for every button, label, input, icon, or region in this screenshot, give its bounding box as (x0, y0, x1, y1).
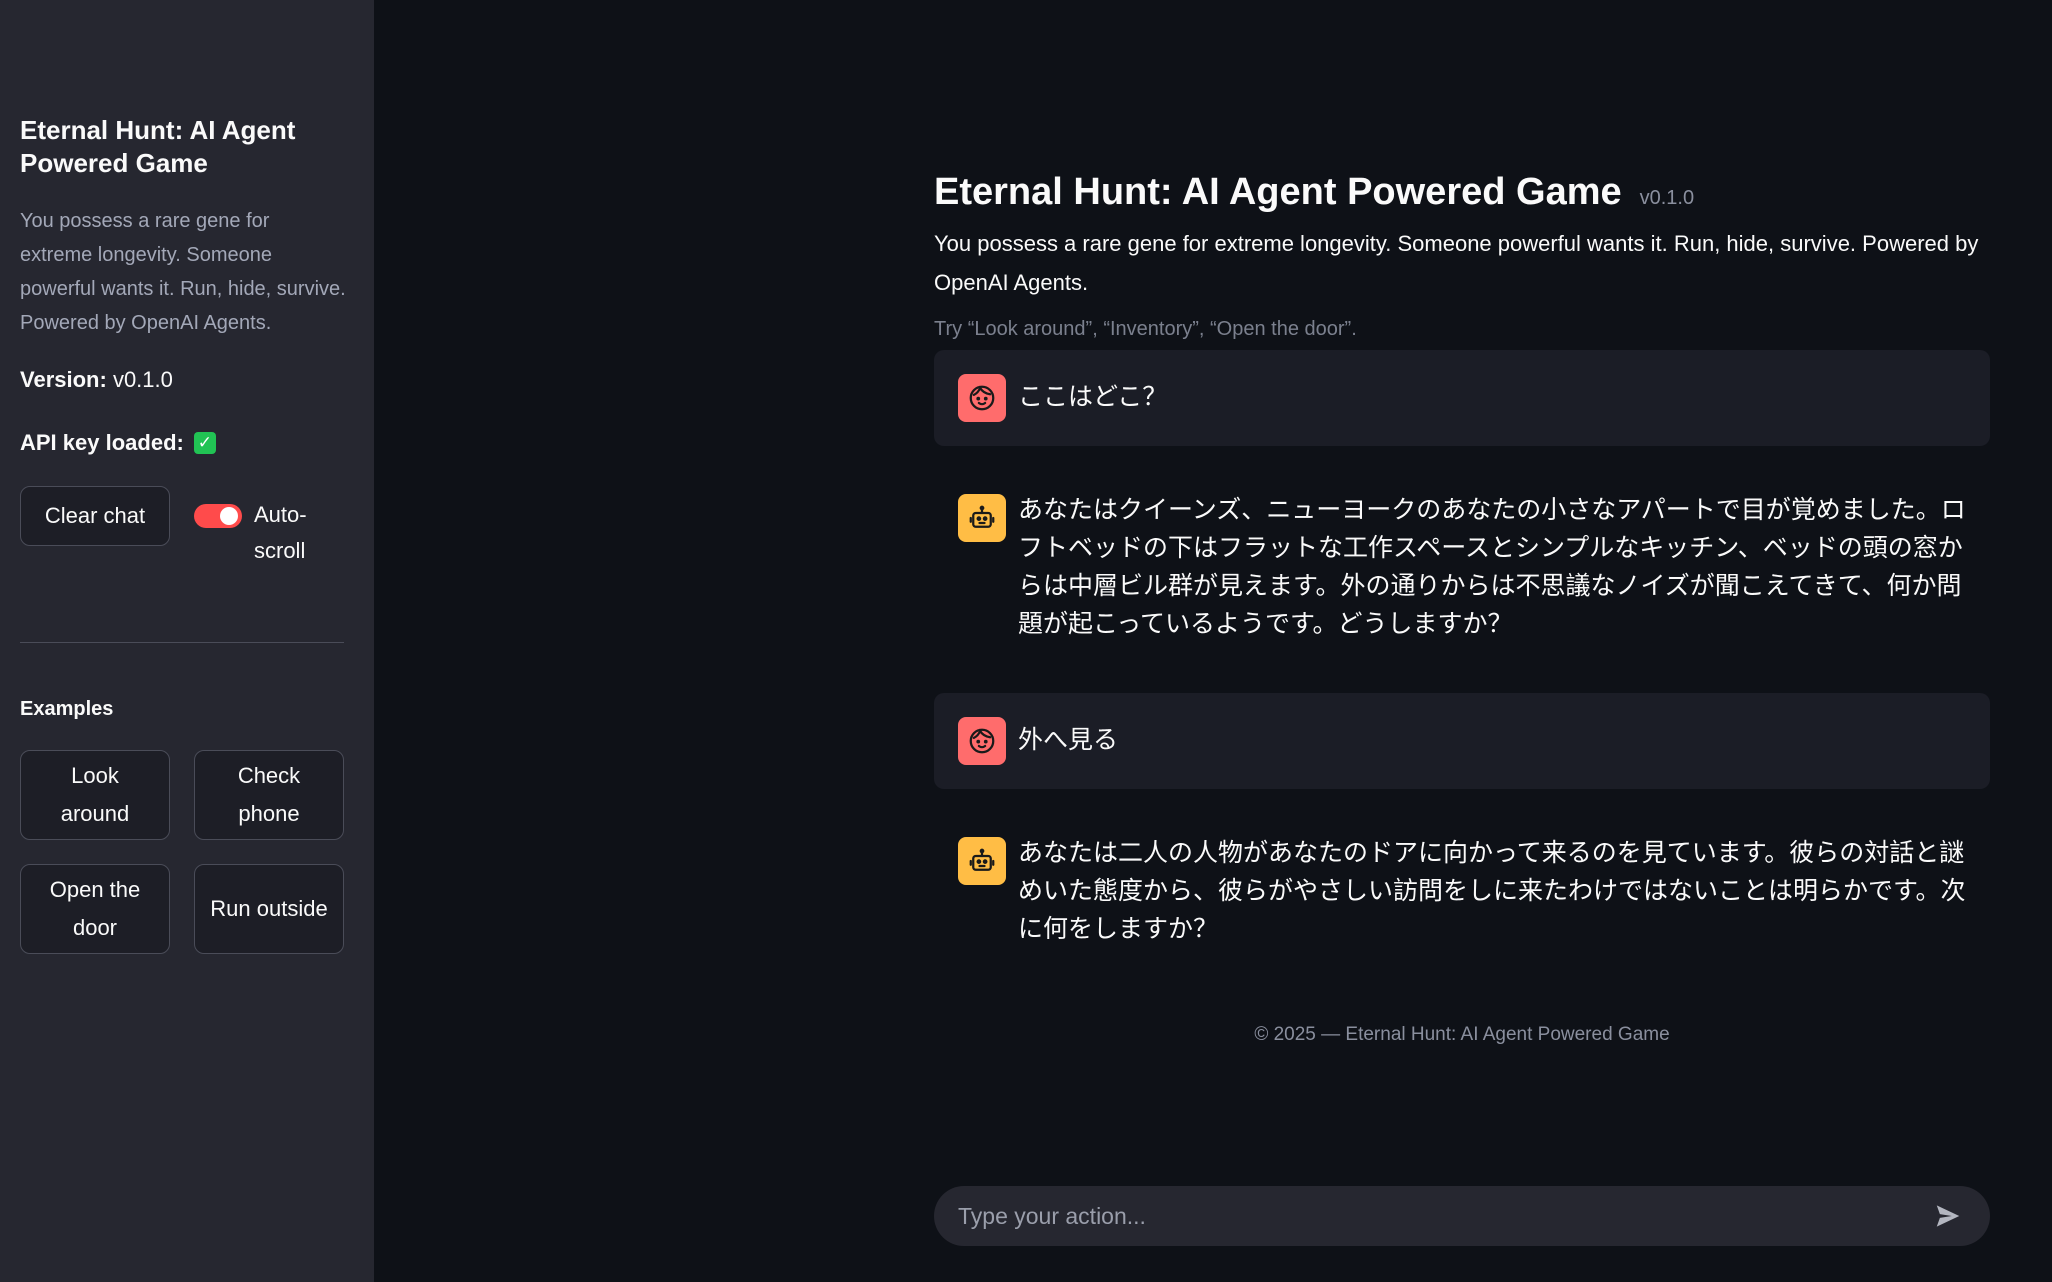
page-title: Eternal Hunt: AI Agent Powered Game (934, 171, 1622, 213)
toggle-knob (220, 507, 238, 525)
chat-message-assistant: あなたはクイーンズ、ニューヨークのあなたの小さなアパートで目が覚めました。ロフト… (934, 494, 1990, 643)
examples-heading: Examples (20, 698, 114, 720)
autoscroll-label: Auto-scroll (254, 502, 307, 563)
chat-input-bar (934, 1186, 1990, 1246)
check-mark-icon: ✓ (193, 432, 216, 454)
version-badge: v0.1.0 (1639, 187, 1695, 209)
chat-message-assistant: あなたは二人の人物があなたのドアに向かって来るのを見ています。彼らの対話と謎めい… (934, 837, 1990, 948)
assistant-avatar-icon (958, 837, 1006, 885)
chat-message-user: ここはどこ？ (934, 350, 1990, 446)
sidebar-description: You possess a rare gene for extreme long… (20, 210, 346, 334)
example-check-phone-button[interactable]: Check phone (194, 750, 344, 840)
page-description: You possess a rare gene for extreme long… (934, 231, 1979, 295)
user-avatar-icon (958, 374, 1006, 422)
sidebar-divider (20, 642, 344, 643)
chat-log: ここはどこ？ あなたはクイーンズ、ニューヨークのあなたの小さなアパートで目が覚め… (934, 350, 1990, 948)
api-label: API key loaded: (20, 430, 184, 455)
sidebar: Eternal Hunt: AI Agent Powered Game You … (0, 0, 374, 1282)
version-info: Version: v0.1.0 (20, 364, 173, 396)
app-root: Eternal Hunt: AI Agent Powered Game You … (0, 0, 2052, 1282)
toggle-switch[interactable] (194, 504, 242, 528)
chat-message-user: 外へ見る (934, 693, 1990, 789)
assistant-avatar-icon (958, 494, 1006, 542)
version-label: Version: (20, 367, 107, 392)
sidebar-title: Eternal Hunt: AI Agent Powered Game (20, 115, 296, 178)
clear-chat-button[interactable]: Clear chat (20, 486, 170, 546)
version-value: v0.1.0 (112, 367, 173, 392)
send-icon (1936, 1205, 1960, 1227)
message-text: あなたはクイーンズ、ニューヨークのあなたの小さなアパートで目が覚めました。ロフト… (1018, 495, 1966, 638)
example-run-outside-button[interactable]: Run outside (194, 864, 344, 954)
hint-text: Try “Look around”, “Inventory”, “Open th… (934, 318, 1357, 340)
page-header: Eternal Hunt: AI Agent Powered Game v0.1… (934, 168, 1694, 216)
message-text: 外へ見る (1018, 725, 1119, 754)
examples-grid: Look around Check phone Open the door Ru… (20, 750, 344, 954)
footer-text: © 2025 — Eternal Hunt: AI Agent Powered … (1254, 1024, 1670, 1045)
send-button[interactable] (1930, 1198, 1966, 1234)
user-avatar-icon (958, 717, 1006, 765)
message-text: ここはどこ？ (1018, 382, 1168, 411)
example-look-around-button[interactable]: Look around (20, 750, 170, 840)
action-input[interactable] (958, 1202, 1930, 1230)
example-open-door-button[interactable]: Open the door (20, 864, 170, 954)
api-status: API key loaded: ✓ (20, 427, 216, 459)
autoscroll-toggle[interactable]: Auto-scroll (194, 500, 324, 569)
message-text: あなたは二人の人物があなたのドアに向かって来るのを見ています。彼らの対話と謎めい… (1018, 838, 1966, 943)
